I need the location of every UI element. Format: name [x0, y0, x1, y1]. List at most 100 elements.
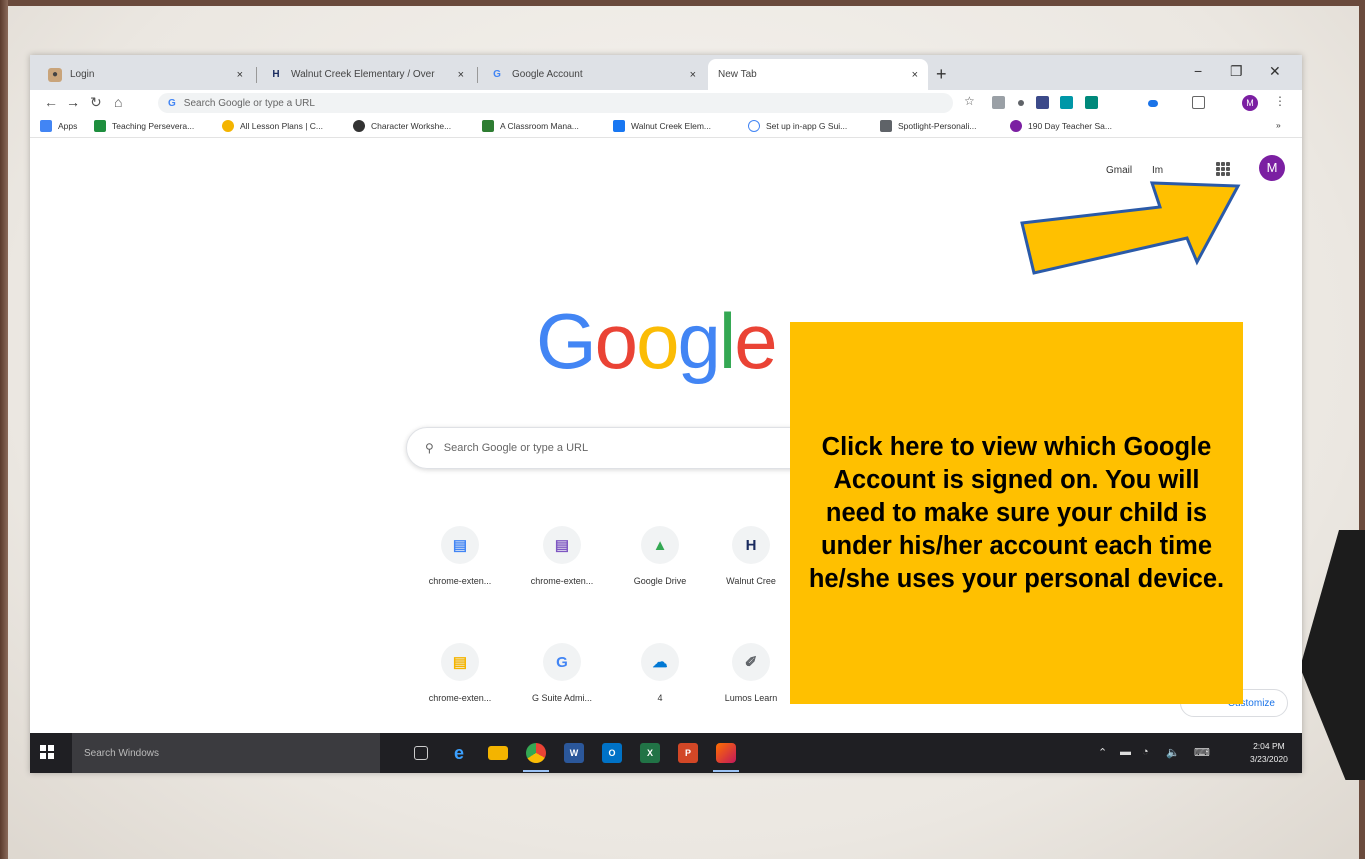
chrome-icon[interactable]: [526, 743, 546, 763]
close-icon[interactable]: ×: [458, 69, 464, 81]
site-icon: [94, 120, 106, 132]
shortcut-tile[interactable]: H Walnut Cree: [716, 526, 786, 586]
site-icon: [1010, 120, 1022, 132]
document-icon: ▤: [441, 643, 479, 681]
back-icon[interactable]: ←: [44, 94, 58, 110]
logo-letter: o: [594, 297, 638, 385]
new-tab-button[interactable]: +: [936, 64, 947, 85]
shortcut-tile[interactable]: ▤ chrome-exten...: [415, 643, 505, 703]
profile-avatar[interactable]: M: [1259, 155, 1285, 181]
volume-icon[interactable]: 🔈: [1166, 746, 1180, 759]
logo-letter: G: [536, 297, 597, 385]
close-icon[interactable]: ×: [237, 69, 243, 81]
bookmark-item[interactable]: A Classroom Mana...: [482, 120, 579, 132]
walnut-creek-icon: H: [272, 69, 280, 80]
logo-letter: g: [677, 297, 720, 385]
bookmark-item[interactable]: Teaching Persevera...: [94, 120, 194, 132]
active-app-indicator: [523, 770, 549, 772]
tab-walnut-creek[interactable]: H Walnut Creek Elementary / Over ×: [259, 59, 474, 90]
word-icon[interactable]: W: [564, 743, 584, 763]
bookmark-item[interactable]: 190 Day Teacher Sa...: [1010, 120, 1112, 132]
site-icon: [353, 120, 365, 132]
excel-icon[interactable]: X: [640, 743, 660, 763]
logo-letter: l: [718, 297, 736, 385]
profile-avatar-small[interactable]: M: [1242, 95, 1258, 111]
keyboard-icon[interactable]: ⌨: [1194, 746, 1210, 759]
task-view-icon[interactable]: [414, 746, 428, 760]
walnut-creek-icon: H: [732, 526, 770, 564]
shortcut-label: chrome-exten...: [530, 576, 594, 586]
google-drive-icon: ▲: [641, 526, 679, 564]
google-icon: G: [543, 643, 581, 681]
shortcut-tile[interactable]: ▤ chrome-exten...: [415, 526, 505, 586]
windows-search-input[interactable]: Search Windows: [72, 733, 380, 773]
omnibox[interactable]: G Search Google or type a URL: [158, 93, 953, 113]
tab-separator: [256, 67, 257, 83]
extension-icon[interactable]: [992, 96, 1005, 109]
bookmark-item[interactable]: Character Workshe...: [353, 120, 451, 132]
wifi-icon[interactable]: ◔: [1142, 746, 1149, 758]
shortcut-label: chrome-exten...: [428, 693, 492, 703]
network-icon[interactable]: ▬: [1120, 746, 1131, 758]
forward-icon[interactable]: →: [66, 94, 80, 110]
extension-icon[interactable]: [1085, 96, 1098, 109]
google-apps-icon[interactable]: [1216, 162, 1230, 176]
bookmark-label: Spotlight-Personali...: [898, 121, 977, 131]
cast-icon[interactable]: [1192, 96, 1205, 109]
bookmark-apps[interactable]: Apps: [40, 120, 77, 132]
tab-login[interactable]: ● Login ×: [38, 59, 253, 90]
tab-google-account[interactable]: G Google Account ×: [480, 59, 706, 90]
user-icon: ●: [48, 67, 62, 82]
cloud-icon[interactable]: [1148, 100, 1158, 107]
apps-grid-icon: [40, 120, 52, 132]
menu-icon[interactable]: ⋮: [1274, 94, 1286, 108]
windows-start-icon[interactable]: [40, 745, 54, 759]
shortcut-tile[interactable]: ✐ Lumos Learn: [716, 643, 786, 703]
bookmark-label: Character Workshe...: [371, 121, 452, 131]
bookmark-star-icon[interactable]: ☆: [964, 94, 975, 108]
close-icon[interactable]: ×: [690, 69, 696, 81]
tab-label: Login: [70, 69, 95, 80]
bookmark-item[interactable]: Set up in-app G Sui...: [748, 120, 847, 132]
restore-button[interactable]: ❐: [1230, 63, 1243, 80]
frame-left: [0, 0, 8, 859]
tab-bar: ● Login × H Walnut Creek Elementary / Ov…: [30, 55, 1302, 90]
reload-icon[interactable]: ↻: [90, 94, 102, 111]
bookmark-label: 190 Day Teacher Sa...: [1028, 121, 1112, 131]
bookmark-item[interactable]: All Lesson Plans | C...: [222, 120, 323, 132]
extension-icon[interactable]: [1060, 96, 1073, 109]
gmail-link[interactable]: Gmail: [1106, 165, 1132, 176]
bookmark-label: A Classroom Mana...: [500, 121, 579, 131]
omnibox-placeholder: Search Google or type a URL: [183, 97, 315, 109]
extension-icon[interactable]: [1036, 96, 1049, 109]
minimize-button[interactable]: −: [1194, 63, 1202, 79]
home-icon[interactable]: ⌂: [114, 94, 122, 110]
edge-icon[interactable]: e: [449, 743, 469, 763]
powerpoint-icon[interactable]: P: [678, 743, 698, 763]
tab-new-tab[interactable]: New Tab ×: [708, 59, 928, 90]
document-icon: ▤: [543, 526, 581, 564]
google-classroom-icon[interactable]: [716, 743, 736, 763]
shortcut-tile[interactable]: ▤ chrome-exten...: [517, 526, 607, 586]
bookmark-item[interactable]: Walnut Creek Elem...: [613, 120, 711, 132]
shortcut-label: Walnut Cree: [726, 576, 776, 586]
chevron-up-icon[interactable]: ⌃: [1098, 746, 1107, 759]
shortcut-tile[interactable]: ▲ Google Drive: [615, 526, 705, 586]
frame-top: [0, 0, 1365, 6]
facebook-icon: [613, 120, 625, 132]
outlook-icon[interactable]: O: [602, 743, 622, 763]
extension-dot-icon[interactable]: [1018, 100, 1024, 106]
close-icon[interactable]: ×: [912, 69, 918, 81]
shortcut-tile[interactable]: G G Suite Admi...: [517, 643, 607, 703]
shortcut-tile[interactable]: ☁ 4: [615, 643, 705, 703]
shortcut-label: 4: [657, 693, 663, 703]
taskbar-clock[interactable]: 2:04 PM 3/23/2020: [1250, 740, 1288, 766]
google-logo: Google: [536, 296, 778, 387]
bookmarks-overflow-button[interactable]: »: [1276, 120, 1281, 130]
images-link[interactable]: Im: [1152, 165, 1163, 176]
tab-label: Walnut Creek Elementary / Over: [291, 69, 435, 80]
bookmark-item[interactable]: Spotlight-Personali...: [880, 120, 976, 132]
close-window-button[interactable]: ✕: [1269, 63, 1281, 80]
file-explorer-icon[interactable]: [488, 746, 508, 760]
browser-toolbar: ← → ↻ ⌂ G Search Google or type a URL ☆ …: [30, 90, 1302, 116]
